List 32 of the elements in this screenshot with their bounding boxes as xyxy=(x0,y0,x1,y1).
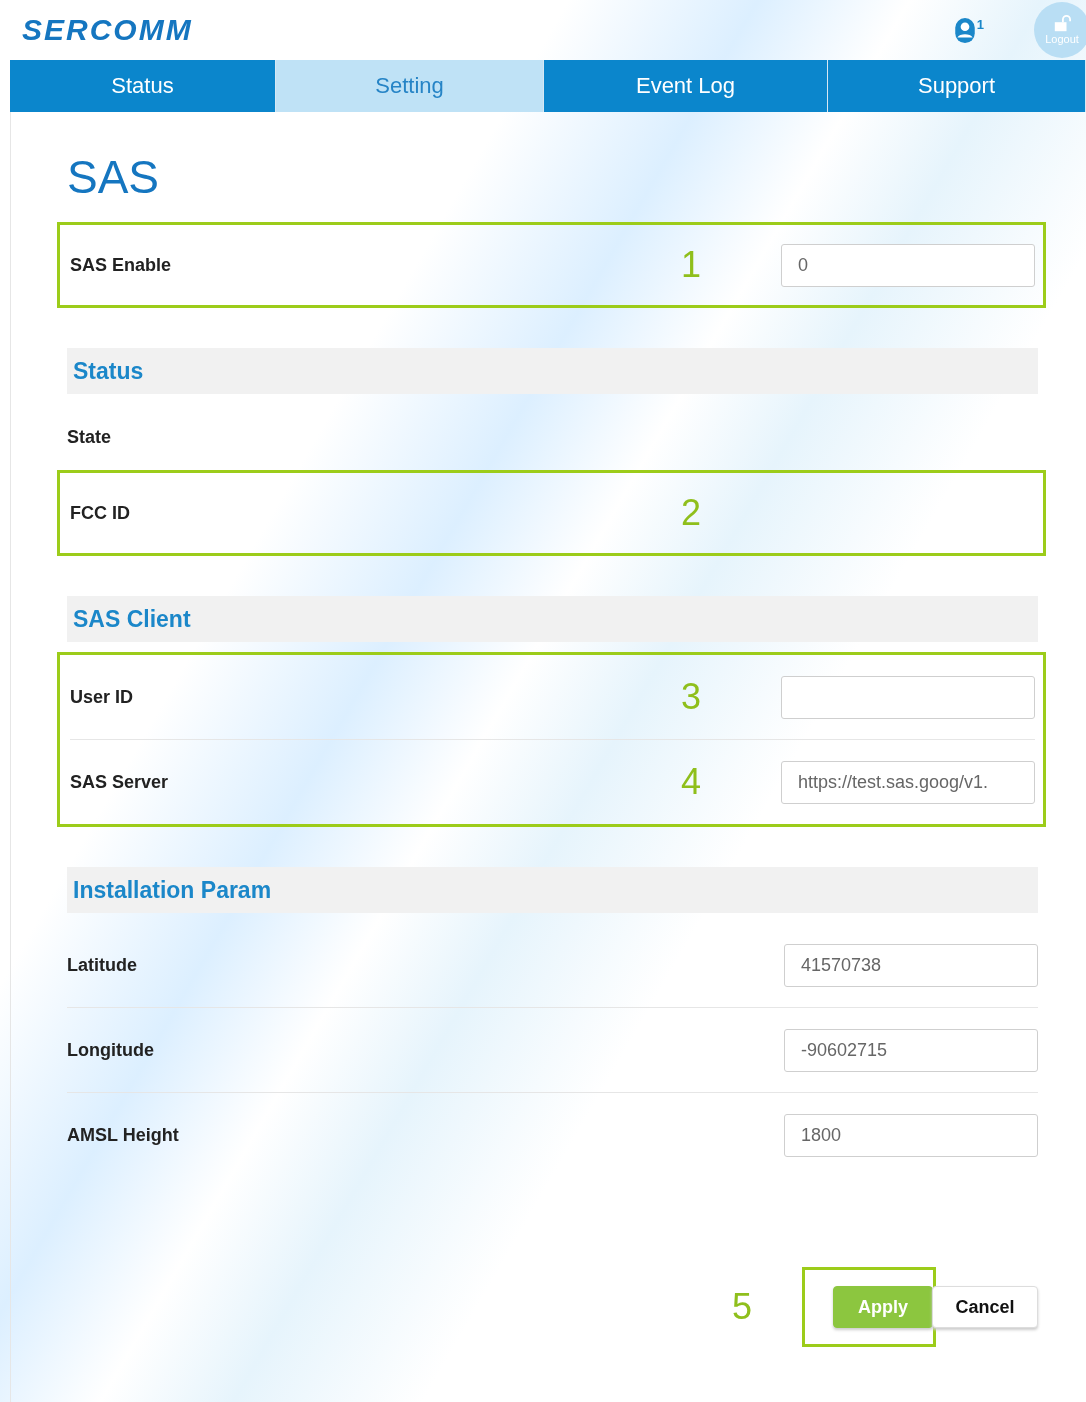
section-header: SAS Client xyxy=(67,596,1038,642)
input-field[interactable]: 0 xyxy=(781,243,1035,287)
field-label: Longitude xyxy=(67,1039,155,1061)
callout-number: 2 xyxy=(681,492,701,534)
user-count: 1 xyxy=(976,17,984,32)
callout-number: 3 xyxy=(681,676,701,718)
section-header: Status xyxy=(67,348,1038,394)
input-field[interactable]: 1800 xyxy=(784,1113,1038,1157)
user-icon[interactable] xyxy=(953,17,976,43)
input-field[interactable]: 41570738 xyxy=(784,943,1038,987)
field-label: FCC ID xyxy=(70,502,131,524)
field-label: SAS Enable xyxy=(70,254,173,276)
callout-number: 1 xyxy=(681,244,701,286)
cancel-button[interactable]: Cancel xyxy=(932,1286,1038,1328)
callout-number: 5 xyxy=(731,1286,752,1328)
input-field[interactable]: https://test.sas.goog/v1. xyxy=(781,760,1035,804)
nav-tab[interactable]: Status xyxy=(10,60,276,112)
input-field[interactable] xyxy=(781,675,1035,719)
nav-tab[interactable]: Setting xyxy=(276,60,544,112)
nav-tab[interactable]: Event Log xyxy=(544,60,828,112)
field-label: AMSL Height xyxy=(67,1124,180,1146)
page-title: SAS xyxy=(67,150,161,204)
section-header: Installation Param xyxy=(67,867,1038,913)
field-label: SAS Server xyxy=(70,771,170,793)
field-label: User ID xyxy=(70,686,135,708)
input-field[interactable]: -90602715 xyxy=(784,1028,1038,1072)
logo: SERCOMM xyxy=(22,13,193,47)
field-label: Latitude xyxy=(67,954,138,976)
lock-icon xyxy=(1053,15,1071,33)
callout-number: 4 xyxy=(681,761,701,803)
nav-tab[interactable]: Support xyxy=(828,60,1086,112)
field-label: State xyxy=(67,426,112,448)
